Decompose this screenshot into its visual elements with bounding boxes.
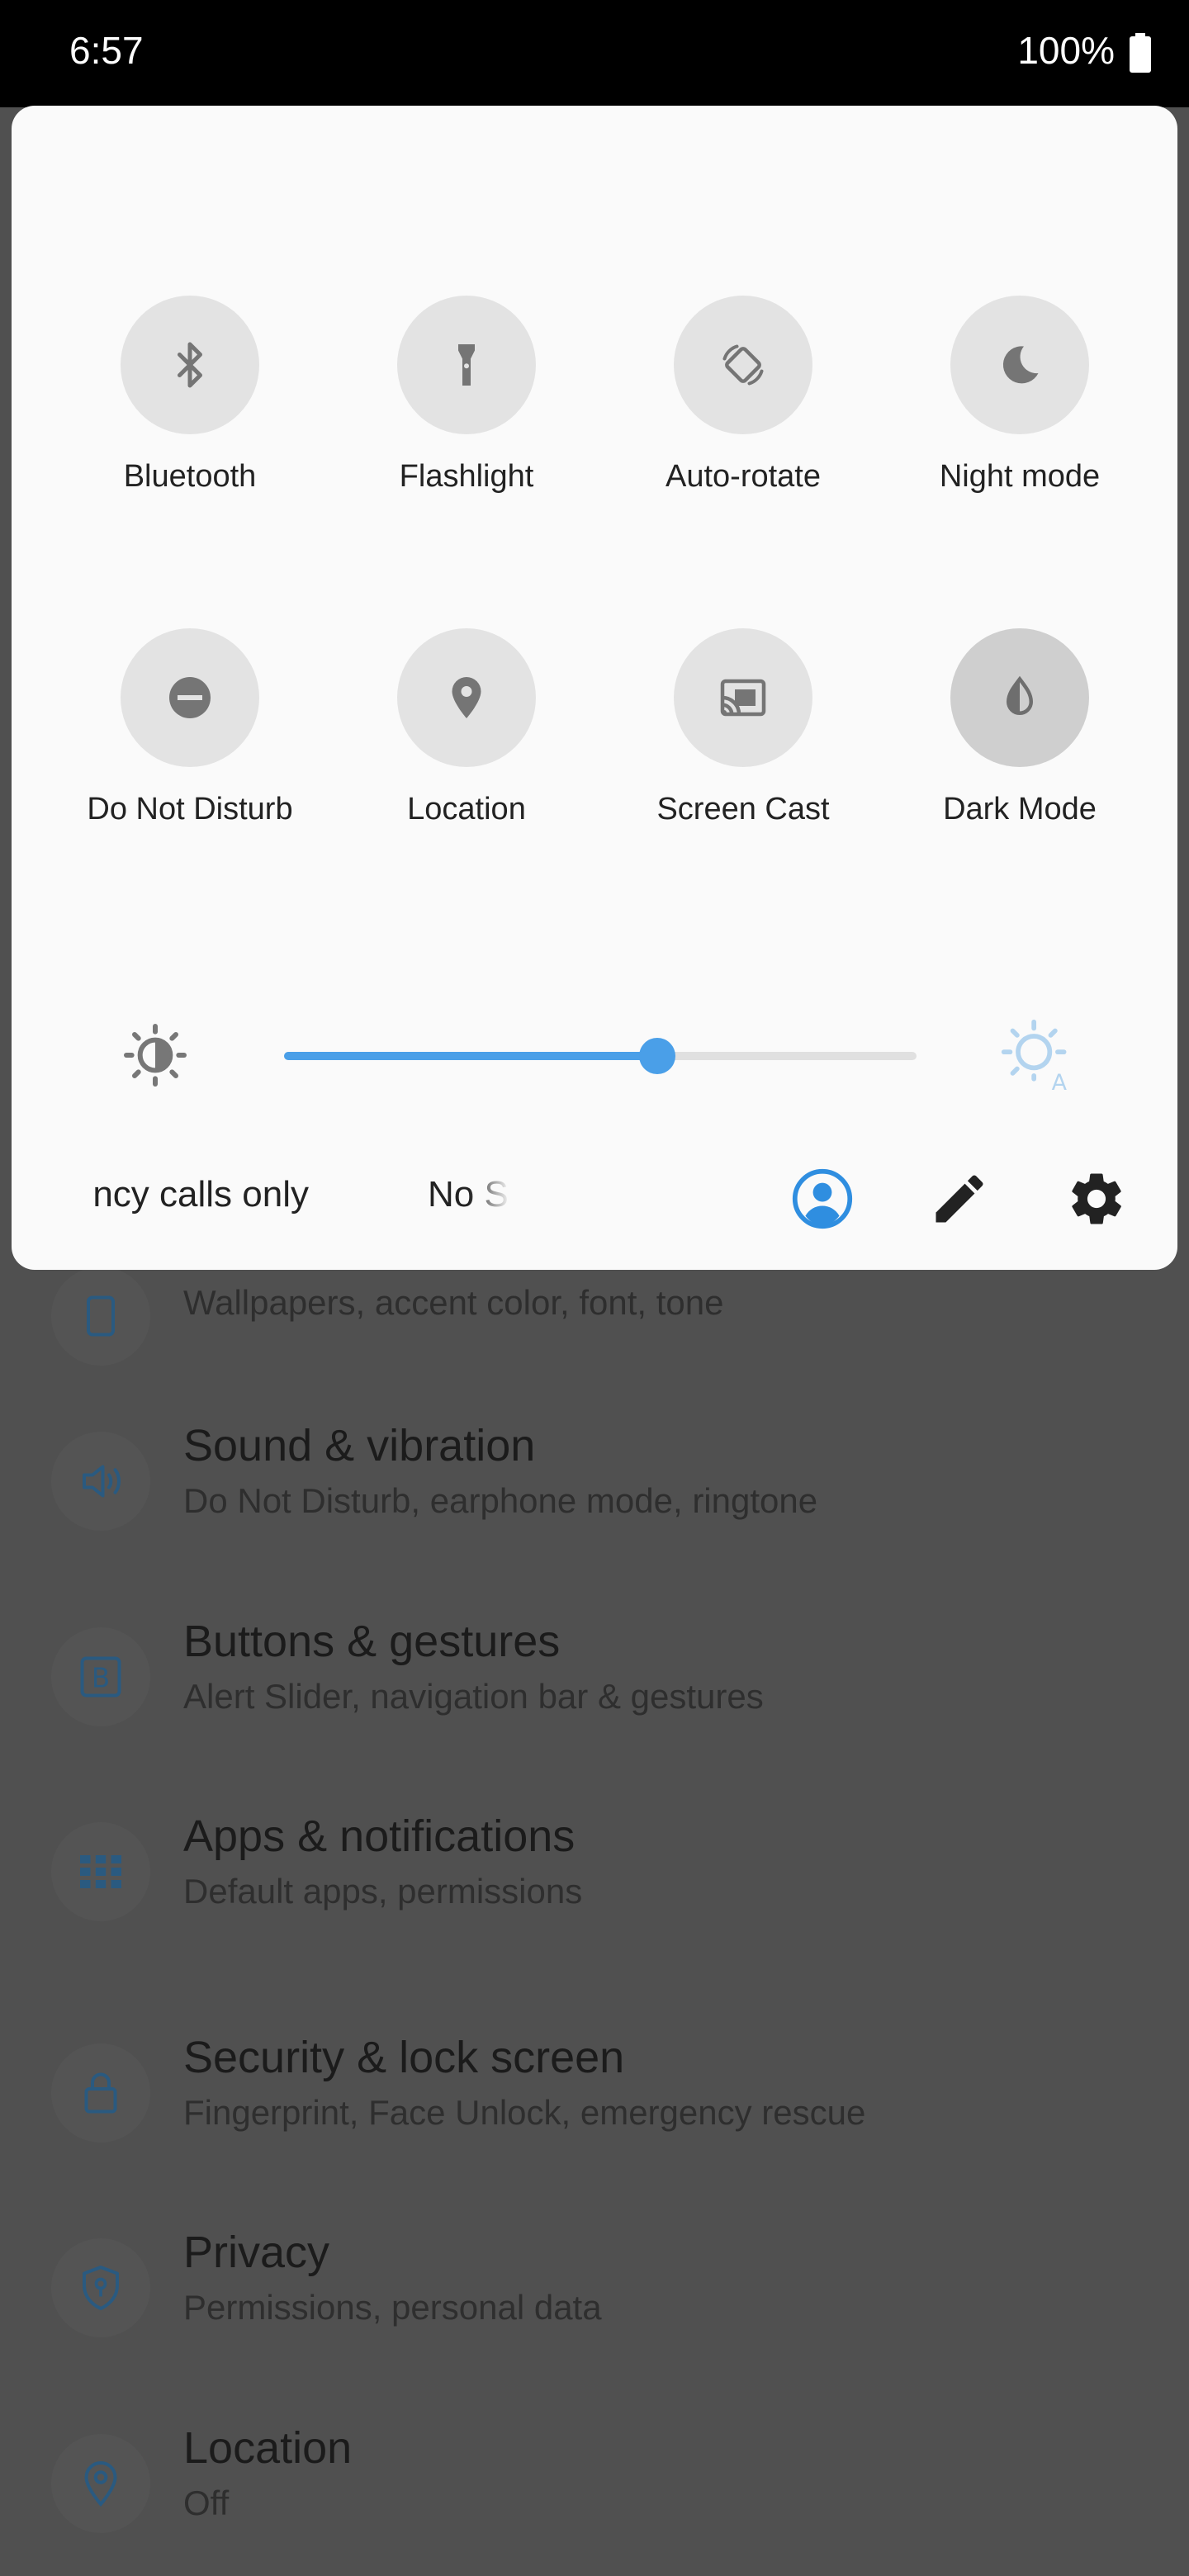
settings-item-title: Security & lock screen: [183, 2033, 625, 2082]
tile-label: Auto-rotate: [666, 459, 821, 494]
brightness-low-icon: [124, 1024, 187, 1087]
display-icon: [51, 1267, 150, 1366]
battery-icon: [1130, 33, 1151, 73]
settings-item-title: Sound & vibration: [183, 1421, 536, 1470]
brightness-slider[interactable]: [284, 1038, 917, 1074]
tile-button[interactable]: [121, 296, 259, 434]
tile-location[interactable]: Location: [328, 628, 605, 859]
tile-do-not-disturb[interactable]: Do Not Disturb: [51, 628, 329, 859]
settings-item-sound[interactable]: Sound & vibration Do Not Disturb, earpho…: [0, 1404, 1189, 1569]
tile-bluetooth[interactable]: Bluetooth: [51, 296, 329, 527]
button-b-icon: B: [51, 1627, 150, 1726]
flashlight-icon: [458, 344, 475, 386]
settings-item-subtitle: Default apps, permissions: [183, 1872, 583, 1911]
privacy-shield-icon: [51, 2238, 150, 2337]
tile-flashlight[interactable]: Flashlight: [328, 296, 605, 527]
tile-screen-cast[interactable]: Screen Cast: [604, 628, 882, 859]
tile-label: Dark Mode: [943, 792, 1097, 826]
tile-button[interactable]: [950, 628, 1089, 767]
tile-label: Location: [407, 792, 526, 826]
status-bar: 6:57 100%: [0, 0, 1189, 107]
settings-gear-icon[interactable]: [1065, 1167, 1128, 1230]
carrier-text-secondary: No S: [428, 1174, 510, 1215]
auto-rotate-icon: [722, 344, 764, 386]
svg-text:B: B: [92, 1663, 110, 1694]
apps-grid-icon: [51, 1822, 150, 1921]
settings-item-title: Privacy: [183, 2228, 330, 2277]
settings-item-buttons-gestures[interactable]: B Buttons & gestures Alert Slider, navig…: [0, 1599, 1189, 1764]
auto-brightness-icon[interactable]: A: [999, 1017, 1075, 1093]
status-time: 6:57: [69, 29, 144, 72]
settings-item-title: Location: [183, 2423, 353, 2473]
location-pin-icon: [51, 2434, 150, 2533]
tile-dark-mode[interactable]: Dark Mode: [881, 628, 1158, 859]
settings-item-security[interactable]: Security & lock screen Fingerprint, Face…: [0, 2015, 1189, 2181]
carrier-text: ncy calls only: [92, 1174, 309, 1215]
settings-item-subtitle: Wallpapers, accent color, font, tone: [183, 1283, 724, 1322]
tile-label: Flashlight: [399, 459, 534, 494]
edit-pencil-icon[interactable]: [928, 1167, 991, 1230]
user-account-icon[interactable]: [791, 1167, 854, 1230]
settings-item-subtitle: Off: [183, 2484, 230, 2522]
quick-settings-panel: Bluetooth Flashlight Auto-rotate Night m…: [12, 106, 1177, 1270]
tile-button[interactable]: [674, 628, 812, 767]
settings-item-subtitle: Permissions, personal data: [183, 2288, 602, 2327]
brightness-row: A: [12, 1006, 1177, 1105]
battery-percent: 100%: [1017, 29, 1115, 72]
tile-button[interactable]: [950, 296, 1089, 434]
tile-auto-rotate[interactable]: Auto-rotate: [604, 296, 882, 527]
tile-button[interactable]: [397, 296, 536, 434]
settings-item-title: Apps & notifications: [183, 1811, 576, 1861]
tile-label: Do Not Disturb: [87, 792, 293, 826]
night-mode-icon: [1002, 346, 1039, 384]
brightness-slider-fill: [284, 1052, 657, 1060]
settings-item-subtitle: Alert Slider, navigation bar & gestures: [183, 1677, 764, 1716]
quick-settings-footer: ncy calls only No S: [12, 1146, 1177, 1245]
settings-item-title: Buttons & gestures: [183, 1617, 561, 1666]
lock-icon: [51, 2043, 150, 2143]
settings-item-subtitle: Do Not Disturb, earphone mode, ringtone: [183, 1481, 818, 1520]
brightness-slider-thumb[interactable]: [639, 1038, 675, 1074]
screen-cast-icon: [720, 679, 766, 717]
tile-button[interactable]: [674, 296, 812, 434]
tile-button[interactable]: [121, 628, 259, 767]
dark-mode-icon: [1006, 675, 1034, 715]
settings-item-privacy[interactable]: Privacy Permissions, personal data: [0, 2210, 1189, 2375]
tile-button[interactable]: [397, 628, 536, 767]
tile-label: Screen Cast: [656, 792, 830, 826]
tile-night-mode[interactable]: Night mode: [881, 296, 1158, 527]
settings-item-apps-notifications[interactable]: Apps & notifications Default apps, permi…: [0, 1794, 1189, 1959]
speaker-icon: [51, 1432, 150, 1531]
do-not-disturb-icon: [169, 677, 211, 718]
location-icon: [452, 677, 481, 718]
svg-text:A: A: [1052, 1070, 1068, 1093]
settings-item-subtitle: Fingerprint, Face Unlock, emergency resc…: [183, 2093, 866, 2132]
bluetooth-icon: [178, 342, 202, 388]
settings-item-location[interactable]: Location Off: [0, 2406, 1189, 2571]
tile-label: Bluetooth: [123, 459, 257, 494]
tile-label: Night mode: [939, 459, 1101, 494]
